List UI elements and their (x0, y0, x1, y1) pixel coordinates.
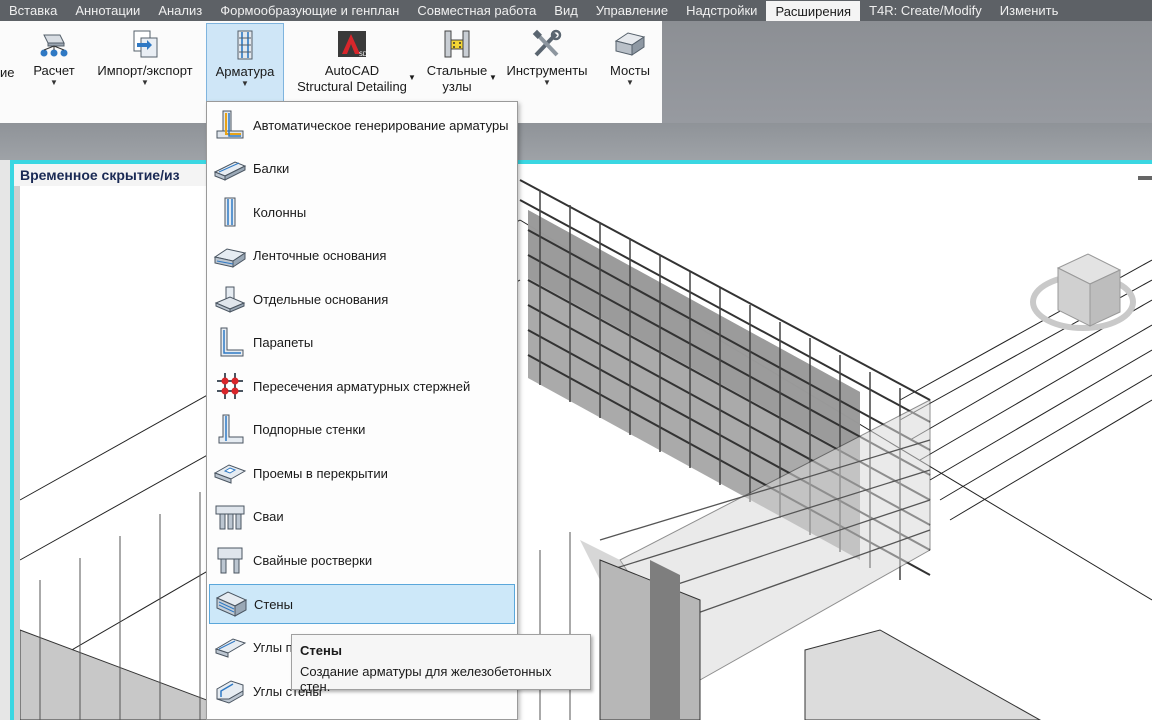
chevron-down-icon[interactable]: ▼ (408, 73, 416, 82)
tab-view[interactable]: Вид (545, 0, 587, 21)
pile-cap-icon (217, 547, 243, 574)
calculation-button[interactable]: Расчет ▼ (28, 23, 80, 119)
menu-item-label: Свайные ростверки (253, 552, 373, 568)
menu-item-label: Подпорные стенки (253, 421, 366, 437)
menu-item-piles[interactable]: Сваи (209, 496, 515, 536)
svg-text:SD: SD (359, 51, 368, 58)
menu-item-strip-footings[interactable]: Ленточные основания (209, 235, 515, 275)
tools-icon (532, 29, 562, 57)
auto-rebar-icon (216, 110, 244, 139)
menu-item-walls[interactable]: Стены (209, 584, 515, 624)
bar-intersection-icon (217, 373, 243, 399)
menu-item-label: Сваи (253, 508, 284, 524)
menu-item-label: Балки (253, 160, 290, 176)
beam-icon (213, 161, 247, 181)
menu-item-parapets[interactable]: Парапеты (209, 322, 515, 362)
pile-icon (215, 505, 245, 530)
wall-corner-icon (214, 638, 247, 658)
rebar-dropdown-menu: Автоматическое генерирование арматуры Ба… (206, 101, 518, 720)
calculation-icon (40, 34, 68, 57)
ribbon-button-partial[interactable]: ие (0, 23, 18, 119)
column-icon (224, 197, 236, 227)
menu-item-label: Стены (254, 596, 293, 612)
tooltip-description: Создание арматуры для железобетонных сте… (300, 664, 552, 694)
tab-extensions[interactable]: Расширения (766, 1, 861, 21)
menu-item-label: Ленточные основания (253, 247, 387, 263)
tab-insert[interactable]: Вставка (0, 0, 66, 21)
import-export-icon (133, 30, 158, 58)
tools-label: Инструменты (506, 63, 588, 78)
ribbon-empty-area (662, 21, 1152, 123)
tooltip-title: Стены (300, 643, 342, 658)
menu-item-label: Проемы в перекрытии (253, 465, 388, 481)
steel-connections-icon (444, 30, 470, 58)
menu-item-columns[interactable]: Колонны (209, 192, 515, 232)
autocad-sd-label-line2: Structural Detailing (297, 79, 407, 94)
autocad-structural-detailing-icon: SD (338, 31, 368, 58)
viewcube-icon[interactable] (1028, 240, 1138, 350)
ribbon-button-partial-label: ие (0, 65, 15, 80)
menu-item-label: Автоматическое генерирование арматуры (253, 117, 509, 133)
rebar-label: Арматура (215, 64, 275, 79)
steel-connections-label-line1: Стальные (426, 63, 488, 78)
wall-corners-icon (216, 680, 244, 704)
menu-item-spread-footings[interactable]: Отдельные основания (209, 279, 515, 319)
bridges-button[interactable]: Мосты ▼ (602, 23, 658, 119)
menu-item-label: Отдельные основания (253, 291, 389, 307)
menu-item-retaining-walls[interactable]: Подпорные стенки (209, 409, 515, 449)
slab-opening-icon (213, 464, 247, 484)
chevron-down-icon: ▼ (50, 78, 58, 87)
retaining-wall-icon (218, 414, 244, 444)
menu-item-label: Углы п (253, 639, 293, 655)
menu-item-beams[interactable]: Балки (209, 148, 515, 188)
tab-modify[interactable]: Изменить (991, 0, 1068, 21)
menu-item-slab-openings[interactable]: Проемы в перекрытии (209, 453, 515, 493)
temporary-hide-isolate-banner: Временное скрытие/из (14, 164, 220, 186)
tab-collaborate[interactable]: Совместная работа (408, 0, 545, 21)
wall-icon (215, 591, 248, 617)
walls-tooltip: Стены Создание арматуры для железобетонн… (291, 634, 591, 694)
tab-t4r-create-modify[interactable]: T4R: Create/Modify (860, 0, 991, 21)
menu-item-label: Парапеты (253, 334, 314, 350)
menu-item-auto-rebar[interactable]: Автоматическое генерирование арматуры (209, 105, 515, 145)
view-edge-strip (14, 186, 20, 720)
chevron-down-icon: ▼ (626, 78, 634, 87)
parapet-icon (220, 327, 244, 357)
spread-footing-icon (214, 286, 246, 313)
menu-item-pile-caps[interactable]: Свайные ростверки (209, 540, 515, 580)
import-export-button[interactable]: Импорт/экспорт ▼ (90, 23, 200, 119)
tab-manage[interactable]: Управление (587, 0, 677, 21)
bridge-icon (614, 32, 646, 56)
chevron-down-icon: ▼ (543, 78, 551, 87)
tab-analyze[interactable]: Анализ (149, 0, 211, 21)
chevron-down-icon: ▼ (241, 79, 249, 88)
rebar-icon (237, 30, 253, 60)
autocad-sd-label-line1: AutoCAD (324, 63, 380, 78)
options-bar (0, 123, 1152, 160)
chevron-down-icon[interactable]: ▼ (489, 73, 497, 82)
menu-item-label: Колонны (253, 204, 307, 220)
strip-footing-icon (213, 248, 247, 268)
bridges-label: Мосты (609, 63, 650, 78)
calculation-label: Расчет (33, 63, 75, 78)
chevron-down-icon: ▼ (141, 78, 149, 87)
viewcube-menu-handle[interactable] (1138, 176, 1152, 180)
steel-connections-label-line2: узлы (442, 79, 472, 94)
menu-item-label: Пересечения арматурных стержней (253, 378, 471, 394)
ribbon-tab-bar: Вставка Аннотации Анализ Формообразующие… (0, 0, 1152, 21)
tab-massing-site[interactable]: Формообразующие и генплан (211, 0, 408, 21)
tab-annotate[interactable]: Аннотации (66, 0, 149, 21)
menu-item-bar-intersections[interactable]: Пересечения арматурных стержней (209, 366, 515, 406)
tab-addins[interactable]: Надстройки (677, 0, 766, 21)
import-export-label: Импорт/экспорт (97, 63, 193, 78)
